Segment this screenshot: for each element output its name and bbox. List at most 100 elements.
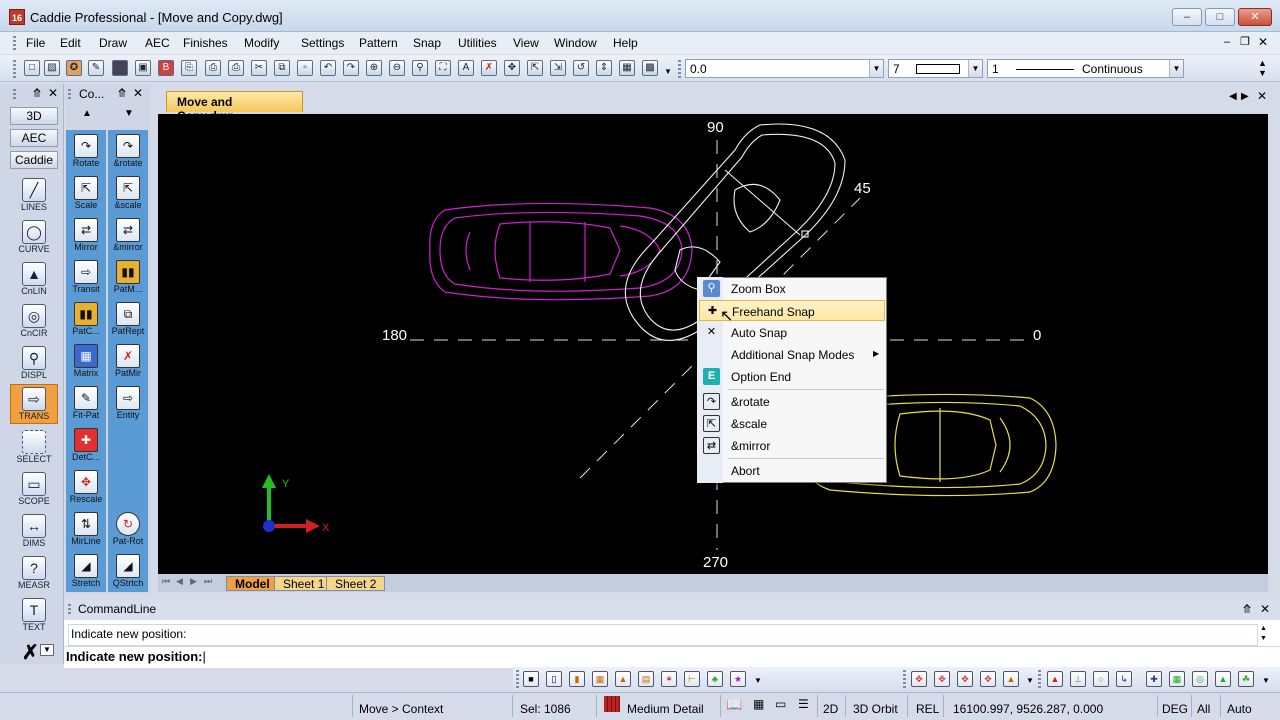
backup-icon[interactable]: B xyxy=(158,60,174,76)
color-combo[interactable]: 7 ▼ xyxy=(888,59,983,78)
menu-finishes[interactable]: Finishes xyxy=(183,36,228,50)
close-button[interactable]: ✕ xyxy=(1238,8,1272,26)
snap-end-icon[interactable]: ▲ xyxy=(1047,671,1063,687)
toolbar-overflow-icon[interactable]: ▼ xyxy=(754,676,762,685)
bottom-toolbar-grip-2[interactable] xyxy=(903,670,906,688)
tool-qstretch[interactable]: ◢ QStrtch xyxy=(108,550,148,592)
sheet-tab-sheet2[interactable]: Sheet 2 xyxy=(326,576,386,591)
tool-fitpat[interactable]: ✎ Fit-Pat xyxy=(66,382,106,424)
tool-scale[interactable]: ⇱ Scale xyxy=(66,172,106,214)
pin-icon[interactable]: ⤊ xyxy=(32,86,42,100)
linetype-combo[interactable]: 1 Continuous ▼ xyxy=(987,59,1184,78)
book-icon[interactable]: 📖 xyxy=(726,697,742,713)
menu-item-and-mirror[interactable]: ⇄ &mirror xyxy=(699,435,885,456)
save-icon[interactable] xyxy=(112,60,128,76)
menu-window[interactable]: Window xyxy=(554,36,597,50)
close-icon[interactable]: ✕ xyxy=(48,86,58,100)
zoom-extents-icon[interactable]: ⛶ xyxy=(435,60,451,76)
menu-item-zoom-box[interactable]: ⚲ Zoom Box xyxy=(699,278,885,299)
tab-caddie[interactable]: Caddie xyxy=(10,151,58,169)
scroll-up-icon[interactable]: ▲ xyxy=(82,108,92,119)
toolbar-grip-2[interactable] xyxy=(678,60,681,78)
snap-int-icon[interactable]: ▦ xyxy=(1169,671,1185,687)
sheet-next-icon[interactable]: ▶ xyxy=(190,576,197,587)
properties-entity-icon[interactable]: ▩ xyxy=(642,60,658,76)
tab-prev-icon[interactable]: ◀ xyxy=(1229,91,1237,102)
tool-matrix[interactable]: ▦ Matrix xyxy=(66,340,106,382)
sheet-tab-sheet1[interactable]: Sheet 1 xyxy=(274,576,334,591)
chevron-down-icon[interactable]: ▼ xyxy=(1169,60,1183,77)
transform-5-icon[interactable]: ▲ xyxy=(1003,671,1019,687)
status-units[interactable]: DEG xyxy=(1162,702,1188,716)
plot-icon[interactable]: ⎙ xyxy=(205,60,221,76)
sheet-prev-icon[interactable]: ◀ xyxy=(176,576,183,587)
zoom-in-icon[interactable]: ⊕ xyxy=(366,60,382,76)
erase-icon[interactable]: ✗ xyxy=(481,60,497,76)
doc-restore-icon[interactable]: ❐ xyxy=(1240,35,1250,48)
menu-view[interactable]: View xyxy=(513,36,539,50)
menu-item-and-rotate[interactable]: ↷ &rotate xyxy=(699,391,885,412)
explode-icon[interactable]: ✶ xyxy=(661,671,677,687)
status-2d[interactable]: 2D xyxy=(823,702,838,716)
print-icon[interactable]: ⎙ xyxy=(228,60,244,76)
tool-cnlin[interactable]: ▲ CnLIN xyxy=(10,260,58,300)
menu-help[interactable]: Help xyxy=(613,36,638,50)
layers-icon[interactable]: ▦ xyxy=(619,60,635,76)
doc-close-icon[interactable]: ✕ xyxy=(1258,35,1268,49)
doc-minimize-icon[interactable]: – xyxy=(1224,36,1230,48)
menu-edit[interactable]: Edit xyxy=(60,36,81,50)
sheet-first-icon[interactable]: ⏮ xyxy=(162,576,170,587)
chevron-down-icon[interactable]: ▼ xyxy=(869,60,883,77)
tool-trans[interactable]: ⇨ TRANS xyxy=(10,384,58,424)
close-icon[interactable]: ✕ xyxy=(1257,89,1267,103)
close-icon[interactable]: ✕ xyxy=(1260,602,1270,616)
tool-curve[interactable]: ◯ CURVE xyxy=(10,218,58,258)
snap-cen-icon[interactable]: ◎ xyxy=(1192,671,1208,687)
window-toggle-icon[interactable]: ▭ xyxy=(775,697,786,711)
menu-draw[interactable]: Draw xyxy=(99,36,127,50)
open-icon[interactable]: ▧ xyxy=(44,60,60,76)
history-scroll-icon[interactable]: ▲ ▼ xyxy=(1260,624,1270,646)
commandline-prompt[interactable]: Indicate new position:| xyxy=(64,646,1280,668)
drawing-manager-icon[interactable]: ✪ xyxy=(66,60,82,76)
undo-icon[interactable]: ↶ xyxy=(320,60,336,76)
menu-aec[interactable]: AEC xyxy=(145,36,170,50)
tab-next-icon[interactable]: ▶ xyxy=(1241,91,1249,102)
axis-icon[interactable]: ⊢ xyxy=(684,671,700,687)
menu-file[interactable]: File xyxy=(26,36,45,50)
save-as-icon[interactable]: ▣ xyxy=(135,60,151,76)
render-icon[interactable]: ★ xyxy=(730,671,746,687)
tool-displ[interactable]: ⚲ DISPL xyxy=(10,344,58,384)
stair-icon[interactable]: ▤ xyxy=(638,671,654,687)
maximize-button[interactable]: □ xyxy=(1205,8,1235,26)
app-icon[interactable]: 16 xyxy=(9,9,25,25)
tab-3d[interactable]: 3D xyxy=(10,107,58,125)
tab-aec[interactable]: AEC xyxy=(10,129,58,147)
transform-4-icon[interactable]: ✥ xyxy=(980,671,996,687)
status-rel[interactable]: REL xyxy=(916,702,939,716)
menu-item-option-end[interactable]: E Option End xyxy=(699,366,885,387)
tool-rotate[interactable]: ↷ Rotate xyxy=(66,130,106,172)
chevron-down-icon[interactable]: ▼ xyxy=(968,60,982,77)
tool-transit[interactable]: ⇨ Transit xyxy=(66,256,106,298)
menu-item-abort[interactable]: Abort xyxy=(699,460,885,481)
detail-level-icon[interactable] xyxy=(604,696,620,712)
new-icon[interactable]: □ xyxy=(24,60,40,76)
tool-and-mirror[interactable]: ⇄ &mirror xyxy=(108,214,148,256)
menu-item-and-scale[interactable]: ⇱ &scale xyxy=(699,413,885,434)
zoom-out-icon[interactable]: ⊖ xyxy=(389,60,405,76)
snap-near-icon[interactable]: ✚ xyxy=(1146,671,1162,687)
bottom-toolbar-grip-3[interactable] xyxy=(1038,670,1041,688)
pin-icon[interactable]: ⤊ xyxy=(117,86,127,100)
tool-patrot[interactable]: ↻ Pat-Rot xyxy=(108,508,148,550)
tree-icon[interactable]: ♣ xyxy=(707,671,723,687)
menu-utilities[interactable]: Utilities xyxy=(458,36,497,50)
toolbar-overflow-icon[interactable]: ▼ xyxy=(1262,676,1270,685)
tool-scope[interactable]: ▭ SCOPE xyxy=(10,470,58,510)
tool-mirline[interactable]: ⇅ MirLine xyxy=(66,508,106,550)
snap-ortho-icon[interactable]: ↳ xyxy=(1116,671,1132,687)
status-selection[interactable]: Sel: 1086 xyxy=(520,702,571,716)
door-icon[interactable]: ▮ xyxy=(569,671,585,687)
status-layers[interactable]: All xyxy=(1197,702,1210,716)
coordinate-combo[interactable]: 0.0 ▼ xyxy=(685,59,884,78)
